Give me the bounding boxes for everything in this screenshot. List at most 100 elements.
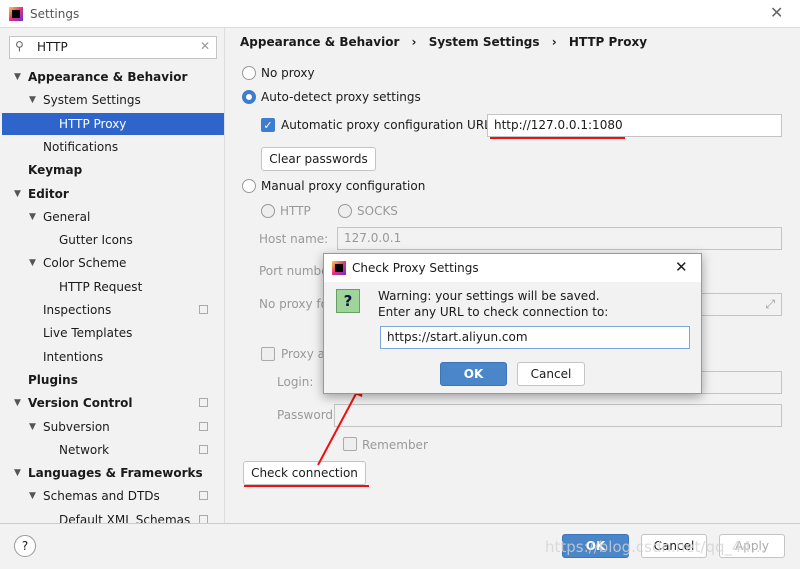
auto-detect-radio[interactable] — [242, 90, 256, 104]
sidebar-item-label: Editor — [28, 186, 69, 201]
sidebar-item[interactable]: Intentions — [2, 346, 224, 368]
auto-detect-label: Auto-detect proxy settings — [261, 90, 421, 104]
dialog-ok-button[interactable]: OK — [440, 362, 507, 386]
sidebar-item[interactable]: ▼ System Settings — [2, 89, 224, 111]
expand-arrow-icon[interactable]: ▼ — [29, 89, 36, 111]
check-url-input[interactable]: https://start.aliyun.com — [380, 326, 690, 349]
red-underline-annotation — [244, 485, 369, 487]
expand-arrow-icon[interactable]: ▼ — [14, 66, 21, 88]
no-proxy-radio[interactable] — [242, 66, 256, 80]
sidebar-item-label: HTTP Request — [59, 279, 143, 294]
app-logo-icon — [332, 261, 346, 275]
project-scope-icon — [199, 398, 208, 408]
sidebar-item[interactable]: Gutter Icons — [2, 229, 224, 251]
breadcrumb-item: System Settings — [428, 35, 540, 49]
expand-icon[interactable]: ⤢ — [765, 294, 775, 315]
breadcrumb-item: Appearance & Behavior — [240, 35, 400, 49]
sidebar-item[interactable]: ▼ Subversion — [2, 416, 224, 438]
host-name-input[interactable]: 127.0.0.1 — [337, 227, 782, 250]
sidebar-item-label: Gutter Icons — [59, 233, 133, 248]
breadcrumb-separator: › — [551, 35, 557, 49]
auto-config-url-value: http://127.0.0.1:1080 — [494, 118, 623, 132]
sidebar-item[interactable]: ▼ Appearance & Behavior — [2, 66, 224, 88]
window-title: Settings — [30, 7, 80, 21]
host-name-label: Host name: — [259, 232, 329, 246]
project-scope-icon — [199, 491, 208, 501]
expand-arrow-icon[interactable]: ▼ — [29, 416, 36, 438]
sidebar-item-label: Live Templates — [43, 326, 133, 341]
sidebar-item[interactable]: Notifications — [2, 136, 224, 158]
expand-arrow-icon[interactable]: ▼ — [29, 252, 36, 274]
expand-arrow-icon[interactable]: ▼ — [29, 485, 36, 507]
sidebar-item[interactable]: Network — [2, 439, 224, 461]
sidebar-item[interactable]: ▼ General — [2, 206, 224, 228]
dialog-warning: Warning: your settings will be saved. — [378, 289, 600, 303]
sidebar-item[interactable]: Live Templates — [2, 322, 224, 344]
help-button[interactable]: ? — [14, 535, 36, 557]
sidebar-item[interactable]: ▼ Languages & Frameworks — [2, 462, 224, 484]
sidebar-item-label: Version Control — [28, 396, 133, 411]
sidebar-item[interactable]: Keymap — [2, 159, 224, 181]
breadcrumb-separator: › — [411, 35, 417, 49]
password-input[interactable] — [334, 404, 782, 427]
sidebar-item-label: HTTP Proxy — [59, 116, 127, 131]
sidebar-item[interactable]: ▼ Schemas and DTDs — [2, 485, 224, 507]
search-input[interactable]: ⚲ HTTP ✕ — [9, 36, 217, 59]
title-bar: Settings ✕ — [0, 0, 800, 28]
search-icon: ⚲ — [15, 39, 24, 53]
auto-config-checkbox[interactable]: ✓ — [261, 118, 275, 132]
expand-arrow-icon[interactable]: ▼ — [14, 462, 21, 484]
check-url-value: https://start.aliyun.com — [387, 330, 528, 344]
dialog-title: Check Proxy Settings — [352, 261, 479, 275]
auto-config-label: Automatic proxy configuration URL: — [281, 118, 495, 132]
http-radio[interactable] — [261, 204, 275, 218]
host-name-value: 127.0.0.1 — [344, 231, 402, 245]
watermark: https://blog.csdn.net/qq_44... — [545, 538, 766, 556]
search-value: HTTP — [37, 40, 68, 54]
no-proxy-label: No proxy — [261, 66, 315, 80]
project-scope-icon — [199, 305, 208, 314]
breadcrumb: Appearance & Behavior › System Settings … — [240, 35, 647, 49]
socks-radio[interactable] — [338, 204, 352, 218]
manual-proxy-label: Manual proxy configuration — [261, 179, 426, 193]
project-scope-icon — [199, 444, 208, 454]
sidebar-item[interactable]: ▼ Color Scheme — [2, 252, 224, 274]
sidebar-item-label: Keymap — [28, 163, 83, 178]
sidebar-item[interactable]: ▼ Version Control — [2, 392, 224, 414]
no-proxy-for-input[interactable]: ⤢ — [700, 293, 782, 316]
breadcrumb-item: HTTP Proxy — [568, 35, 648, 49]
clear-passwords-button[interactable]: Clear passwords — [261, 147, 376, 171]
expand-arrow-icon[interactable]: ▼ — [29, 206, 36, 228]
sidebar-item-label: General — [43, 209, 91, 224]
project-scope-icon — [199, 421, 208, 431]
dialog-prompt: Enter any URL to check connection to: — [378, 305, 609, 319]
dialog-close-icon[interactable]: ✕ — [675, 258, 688, 276]
sidebar-item[interactable]: Plugins — [2, 369, 224, 391]
sidebar-item-label: System Settings — [43, 93, 141, 108]
sidebar-item-label: Subversion — [43, 419, 110, 434]
sidebar-item-label: Intentions — [43, 349, 104, 364]
expand-arrow-icon[interactable]: ▼ — [14, 183, 21, 205]
sidebar-item-label: Color Scheme — [43, 256, 127, 271]
http-label: HTTP — [280, 204, 311, 218]
proxy-auth-checkbox[interactable] — [261, 347, 275, 361]
login-input[interactable] — [700, 371, 782, 394]
sidebar-item-label: Languages & Frameworks — [28, 466, 203, 481]
sidebar-item-label: Appearance & Behavior — [28, 70, 188, 84]
port-number-label: Port number: — [259, 264, 323, 278]
sidebar-item-label: Plugins — [28, 372, 78, 387]
dialog-cancel-button[interactable]: Cancel — [517, 362, 585, 386]
clear-search-icon[interactable]: ✕ — [200, 39, 210, 53]
sidebar-item[interactable]: Inspections — [2, 299, 224, 321]
auto-config-url-input[interactable]: http://127.0.0.1:1080 — [487, 114, 782, 137]
sidebar-item[interactable]: HTTP Proxy — [2, 112, 224, 135]
sidebar-item-label: Schemas and DTDs — [43, 489, 160, 504]
close-icon[interactable]: ✕ — [770, 3, 783, 22]
sidebar-item[interactable]: HTTP Request — [2, 276, 224, 298]
sidebar-item[interactable]: ▼ Editor — [2, 183, 224, 205]
sidebar-item-label: Inspections — [43, 303, 112, 317]
app-logo-icon — [9, 7, 23, 21]
expand-arrow-icon[interactable]: ▼ — [14, 392, 21, 414]
manual-proxy-radio[interactable] — [242, 179, 256, 193]
socks-label: SOCKS — [357, 204, 398, 218]
